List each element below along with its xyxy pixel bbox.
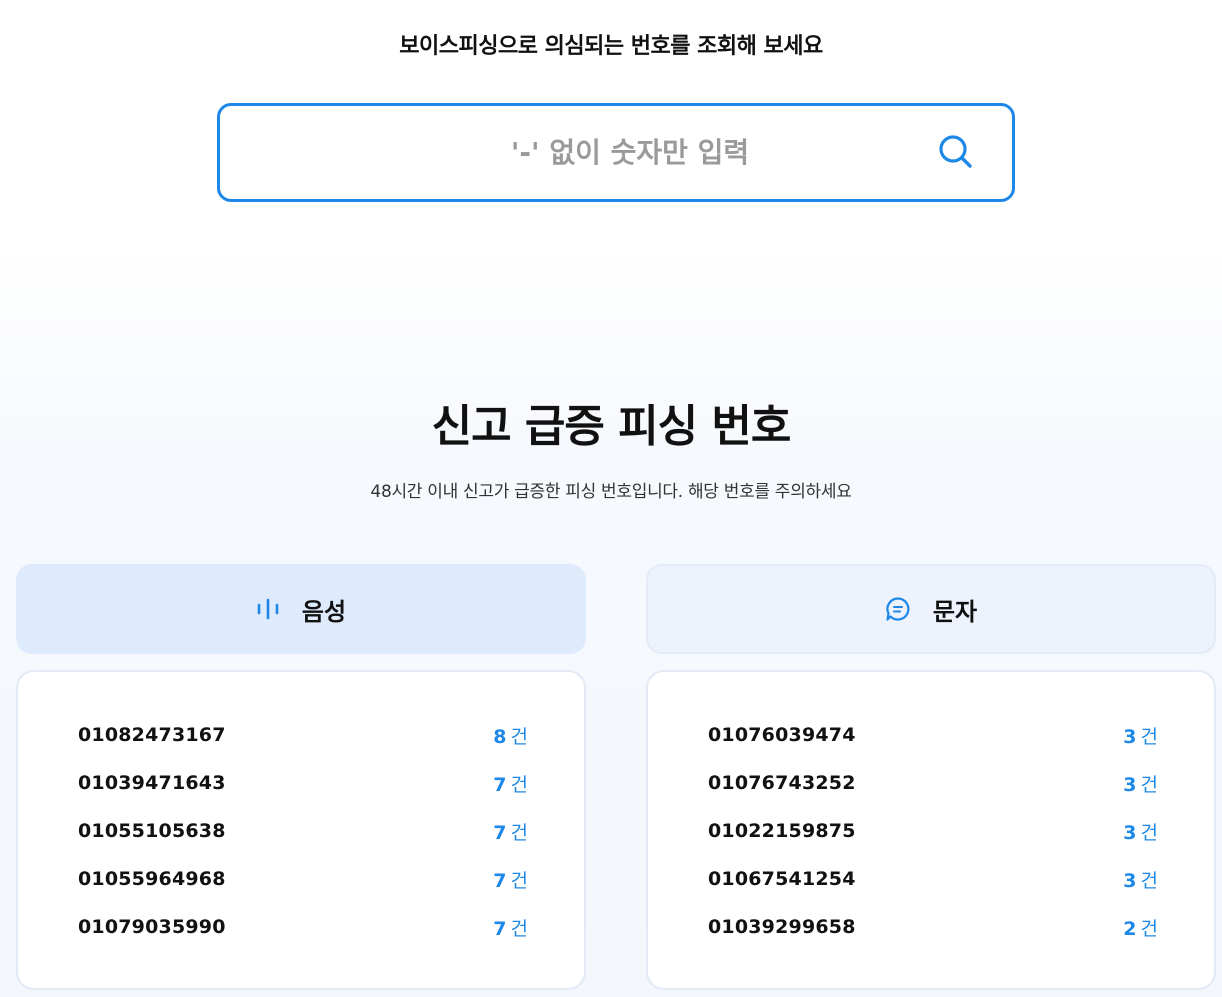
- phone-number: 01055964968: [78, 868, 226, 890]
- phone-number: 01082473167: [78, 724, 226, 746]
- tab-text-label: 문자: [932, 597, 978, 626]
- phone-number: 01039299658: [708, 916, 856, 938]
- list-item[interactable]: 01055964968 7건: [78, 864, 528, 894]
- list-item[interactable]: 01067541254 3건: [708, 864, 1158, 894]
- phone-search-input[interactable]: [240, 106, 940, 199]
- section-title: 신고 급증 피싱 번호: [431, 401, 792, 452]
- report-count: 8건: [493, 725, 528, 748]
- waveform-icon: [257, 598, 279, 620]
- voice-number-list: 01082473167 8건 01039471643 7건 0105510563…: [16, 670, 586, 990]
- text-number-list: 01076039474 3건 01076743252 3건 0102215987…: [646, 670, 1216, 990]
- section-subtitle: 48시간 이내 신고가 급증한 피싱 번호입니다. 해당 번호를 주의하세요: [370, 482, 852, 502]
- search-button[interactable]: [936, 133, 976, 173]
- list-item[interactable]: 01076743252 3건: [708, 768, 1158, 798]
- list-item[interactable]: 01039299658 2건: [708, 912, 1158, 942]
- phone-number: 01076743252: [708, 772, 856, 794]
- report-count: 3건: [1123, 773, 1158, 796]
- report-count: 3건: [1123, 869, 1158, 892]
- page: 보이스피싱으로 의심되는 번호를 조회해 보세요 신고 급증 피싱 번호 48시…: [0, 0, 1222, 997]
- phone-number: 01079035990: [78, 916, 226, 938]
- report-count: 7건: [493, 773, 528, 796]
- phone-number: 01067541254: [708, 868, 856, 890]
- list-item[interactable]: 01039471643 7건: [78, 768, 528, 798]
- report-count: 2건: [1123, 917, 1158, 940]
- phone-number: 01022159875: [708, 820, 856, 842]
- report-count: 3건: [1123, 821, 1158, 844]
- report-count: 7건: [493, 869, 528, 892]
- search-icon: [939, 135, 972, 168]
- report-count: 7건: [493, 917, 528, 940]
- tab-voice-label: 음성: [301, 597, 347, 626]
- phone-number: 01055105638: [78, 820, 226, 842]
- list-item[interactable]: 01076039474 3건: [708, 720, 1158, 750]
- tab-voice[interactable]: 음성: [16, 564, 586, 654]
- phone-number: 01076039474: [708, 724, 856, 746]
- list-item[interactable]: 01022159875 3건: [708, 816, 1158, 846]
- list-item[interactable]: 01055105638 7건: [78, 816, 528, 846]
- tab-text[interactable]: 문자: [646, 564, 1216, 654]
- search-box: [217, 103, 1015, 202]
- search-heading: 보이스피싱으로 의심되는 번호를 조회해 보세요: [399, 34, 823, 59]
- phone-number: 01039471643: [78, 772, 226, 794]
- list-item[interactable]: 01079035990 7건: [78, 912, 528, 942]
- list-item[interactable]: 01082473167 8건: [78, 720, 528, 750]
- report-count: 3건: [1123, 725, 1158, 748]
- report-count: 7건: [493, 821, 528, 844]
- chat-bubble-icon: [886, 597, 910, 621]
